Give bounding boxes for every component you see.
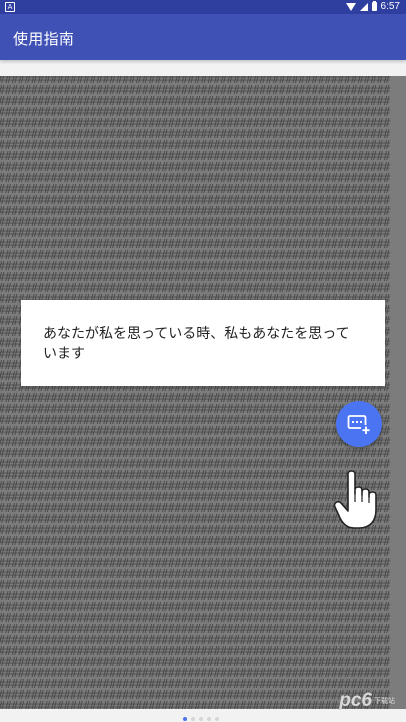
watermark: pc6 下载站 bbox=[339, 688, 395, 714]
watermark-site: 下载站 bbox=[374, 697, 395, 705]
status-icons: 6:57 bbox=[345, 1, 400, 12]
add-message-button[interactable] bbox=[336, 401, 382, 447]
message-card: あなたが私を思っている時、私もあなたを思っています bbox=[21, 300, 385, 386]
notification-icon: A bbox=[5, 2, 15, 12]
watermark-logo: pc6 bbox=[339, 690, 372, 711]
status-bar: A 6:57 bbox=[0, 0, 406, 14]
wifi-icon bbox=[345, 2, 356, 11]
page-dot[interactable] bbox=[183, 717, 187, 721]
app-bar: 使用指南 bbox=[0, 14, 406, 60]
signal-icon bbox=[359, 2, 368, 11]
page-dot[interactable] bbox=[191, 717, 195, 721]
page-title: 使用指南 bbox=[13, 30, 75, 48]
page-dot[interactable] bbox=[199, 717, 203, 721]
pointing-hand-icon bbox=[332, 468, 386, 536]
add-message-icon bbox=[347, 415, 371, 435]
status-time: 6:57 bbox=[380, 1, 400, 12]
page-dot[interactable] bbox=[207, 717, 211, 721]
page-dot[interactable] bbox=[215, 717, 219, 721]
hash-pattern: ########################################… bbox=[0, 76, 390, 709]
page-indicator[interactable] bbox=[183, 717, 219, 721]
message-text: あなたが私を思っている時、私もあなたを思っています bbox=[43, 326, 350, 362]
battery-icon bbox=[371, 1, 377, 11]
background-stage: ########################################… bbox=[0, 76, 406, 709]
